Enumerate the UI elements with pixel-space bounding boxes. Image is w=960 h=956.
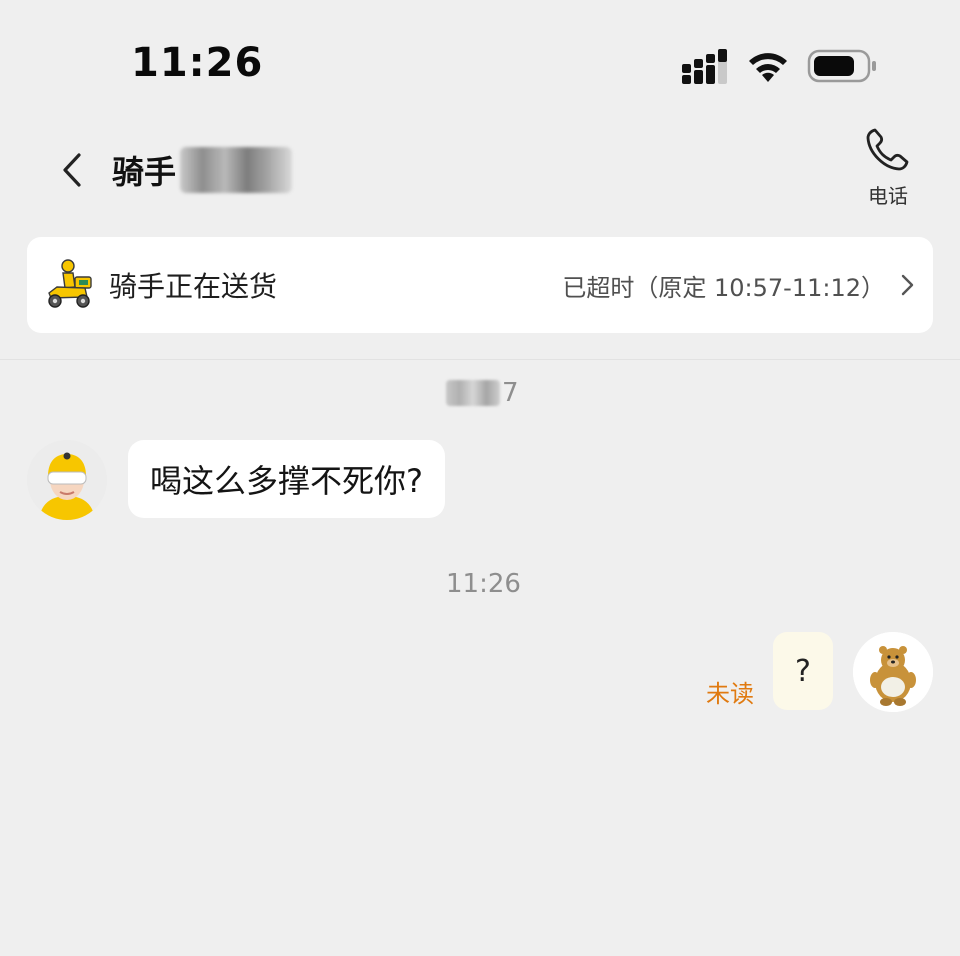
- message-timestamp: 11:26: [446, 569, 521, 599]
- chevron-right-icon: [901, 274, 914, 296]
- delivery-status-text: 骑手正在送货: [109, 270, 278, 303]
- redacted-timestamp: [446, 380, 500, 406]
- timestamp-visible-digit: 7: [502, 378, 519, 408]
- status-icons: [682, 49, 876, 84]
- battery-icon: [807, 49, 876, 83]
- back-button[interactable]: [50, 145, 94, 195]
- status-time: 11:26: [131, 40, 264, 86]
- header-divider: [0, 359, 960, 360]
- call-button[interactable]: 电话: [858, 126, 918, 212]
- rider-avatar-icon: [27, 440, 107, 520]
- incoming-message-bubble[interactable]: 喝这么多撑不死你?: [128, 440, 445, 518]
- chevron-left-icon: [63, 153, 81, 187]
- chat-title: 骑手: [112, 143, 293, 197]
- my-avatar[interactable]: [853, 632, 933, 712]
- wifi-icon: [749, 53, 787, 82]
- delivery-status-card[interactable]: 骑手正在送货 已超时（原定 10:57-11:12）: [27, 237, 933, 333]
- bear-avatar-icon: [853, 632, 933, 712]
- call-label: 电话: [868, 184, 908, 208]
- delivery-time-info: 已超时（原定 10:57-11:12）: [562, 273, 885, 302]
- outgoing-message-bubble[interactable]: ?: [773, 632, 833, 710]
- rider-avatar[interactable]: [27, 440, 107, 520]
- page-title: 骑手: [112, 153, 177, 191]
- signal-icon: [682, 49, 727, 84]
- unread-status: 未读: [706, 680, 754, 708]
- redacted-name: [180, 147, 293, 193]
- phone-icon: [866, 128, 909, 171]
- message-timestamp: 7: [446, 378, 519, 408]
- scooter-icon: [48, 259, 92, 308]
